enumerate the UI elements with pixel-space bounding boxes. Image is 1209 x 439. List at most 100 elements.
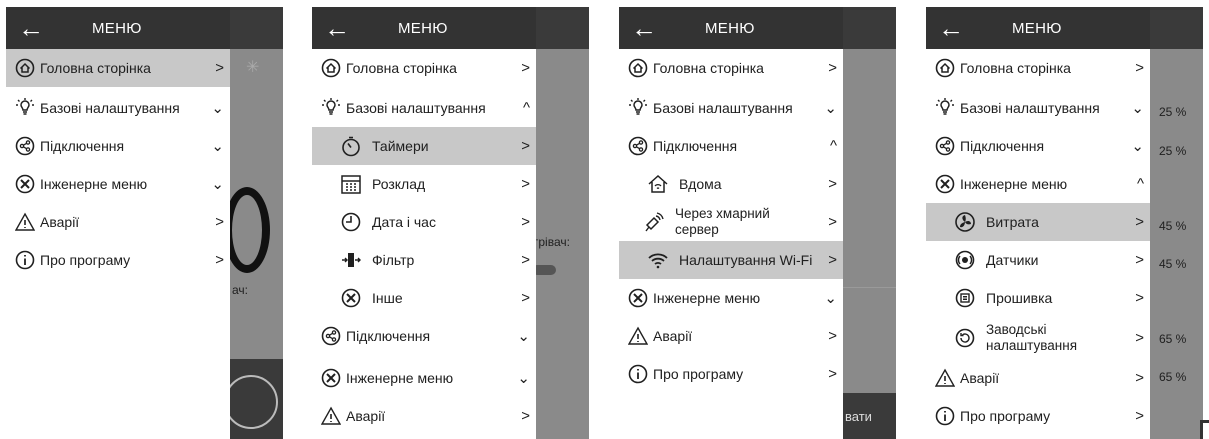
chevron-down-icon: ⌄ [1131,138,1144,155]
chevron-up-icon: ^ [1136,175,1144,193]
percent-value: 25 % [1159,144,1187,158]
chevron-right-icon: > [828,327,837,345]
background-dial [224,187,270,273]
submenu-item-factory-settings[interactable]: Заводські налаштування > [926,319,1150,357]
menu-item-about[interactable]: Про програму > [6,241,230,279]
percent-value: 45 % [1159,257,1187,271]
back-arrow-icon[interactable]: ← [324,15,350,41]
chevron-right-icon: > [1135,329,1144,347]
tools-icon [934,173,956,195]
menu-item-home[interactable]: Головна сторінка > [6,49,230,87]
menu-item-about[interactable]: Про програму > [619,355,843,393]
submenu-item-at-home[interactable]: Вдома > [619,165,843,203]
chevron-right-icon: > [1135,251,1144,269]
menu-item-engineering[interactable]: Інженерне меню ⌄ [312,359,536,397]
chevron-down-icon: ⌄ [211,176,224,193]
submenu-item-filter[interactable]: Фільтр > [312,241,536,279]
drawer-header: ← МЕНЮ [619,7,843,49]
background-label: ач: [232,283,248,297]
menu-item-home[interactable]: Головна сторінка > [926,49,1150,87]
chevron-down-icon: ⌄ [517,370,530,387]
menu-item-alarms[interactable]: Аварії > [6,203,230,241]
menu-item-basic-settings[interactable]: Базові налаштування ⌄ [619,89,843,127]
chevron-right-icon: > [828,59,837,77]
background-divider [843,287,896,288]
menu-label: Підключення [40,138,125,154]
chevron-right-icon: > [215,251,224,269]
tools-icon [340,287,362,309]
chevron-right-icon: > [828,365,837,383]
chevron-down-icon: ⌄ [211,138,224,155]
menu-label: Про програму [960,408,1051,424]
warning-icon [320,405,342,427]
home-icon [14,57,36,79]
submenu-item-cloud[interactable]: Через хмарний сервер > [619,203,843,241]
submenu-item-flow[interactable]: Витрата > [926,203,1150,241]
menu-label: Через хмарний сервер [675,206,770,237]
menu-label: Прошивка [986,290,1053,306]
submenu-item-date-time[interactable]: Дата і час > [312,203,536,241]
share-icon [934,135,956,157]
percent-value: 45 % [1159,219,1187,233]
info-icon [14,249,36,271]
submenu-item-timers[interactable]: Таймери > [312,127,536,165]
submenu-item-wifi-settings[interactable]: Налаштування Wi-Fi > [619,241,843,279]
menu-label: Інженерне меню [346,370,454,386]
menu-item-about[interactable]: Про програму > [926,397,1150,435]
percent-value: 25 % [1159,105,1187,119]
drawer-header: ← МЕНЮ [312,7,536,49]
warning-icon [627,325,649,347]
menu-item-basic-settings[interactable]: Базові налаштування ^ [312,89,536,127]
menu-label: Про програму [40,252,131,268]
background-label: вати [845,409,872,424]
nav-drawer: ← МЕНЮ Головна сторінка > Базові налашту… [926,7,1150,439]
menu-item-alarms[interactable]: Аварії > [926,359,1150,397]
chevron-down-icon: ⌄ [824,100,837,117]
chevron-right-icon: > [1135,369,1144,387]
submenu-item-firmware[interactable]: Прошивка > [926,279,1150,317]
drawer-header: ← МЕНЮ [926,7,1150,49]
menu-item-connection[interactable]: Підключення ⌄ [6,127,230,165]
tools-icon [320,367,342,389]
menu-item-home[interactable]: Головна сторінка > [312,49,536,87]
chevron-right-icon: > [1135,213,1144,231]
menu-item-basic-settings[interactable]: Базові налаштування ⌄ [6,89,230,127]
back-arrow-icon[interactable]: ← [631,15,657,41]
menu-item-connection[interactable]: Підключення ^ [619,127,843,165]
tools-icon [14,173,36,195]
chevron-right-icon: > [521,59,530,77]
screen-4: 25 % 25 % 45 % 45 % 65 % 65 % ← МЕНЮ Гол… [926,7,1203,439]
menu-label: Дата і час [372,214,436,230]
drawer-header: ← МЕНЮ [6,7,230,49]
menu-item-engineering[interactable]: Інженерне меню ^ [926,165,1150,203]
menu-item-connection[interactable]: Підключення ⌄ [312,317,536,355]
submenu-item-sensors[interactable]: Датчики > [926,241,1150,279]
menu-item-engineering[interactable]: Інженерне меню ⌄ [619,279,843,317]
back-arrow-icon[interactable]: ← [938,15,964,41]
back-arrow-icon[interactable]: ← [18,15,44,41]
menu-label: Витрата [986,214,1039,230]
submenu-item-other[interactable]: Інше > [312,279,536,317]
chevron-down-icon: ⌄ [1131,100,1144,117]
screen-2: грівач: ← МЕНЮ Головна сторінка > Базові… [312,7,589,439]
home-icon [934,57,956,79]
chevron-right-icon: > [521,213,530,231]
menu-item-engineering[interactable]: Інженерне меню ⌄ [6,165,230,203]
menu-item-basic-settings[interactable]: Базові налаштування ⌄ [926,89,1150,127]
menu-label: Аварії [960,370,1000,386]
home-icon [320,57,342,79]
menu-item-alarms[interactable]: Аварії > [619,317,843,355]
menu-label: Про програму [653,366,744,382]
background-label: грівач: [534,235,570,249]
menu-item-alarms[interactable]: Аварії > [312,397,536,435]
menu-item-connection[interactable]: Підключення ⌄ [926,127,1150,165]
menu-item-home[interactable]: Головна сторінка > [619,49,843,87]
filter-icon [340,249,362,271]
chevron-right-icon: > [215,213,224,231]
submenu-item-schedule[interactable]: Розклад > [312,165,536,203]
home-icon [627,57,649,79]
chevron-right-icon: > [521,407,530,425]
chevron-right-icon: > [521,175,530,193]
bulb-settings-icon [14,97,36,119]
corner-fragment [1200,420,1209,439]
